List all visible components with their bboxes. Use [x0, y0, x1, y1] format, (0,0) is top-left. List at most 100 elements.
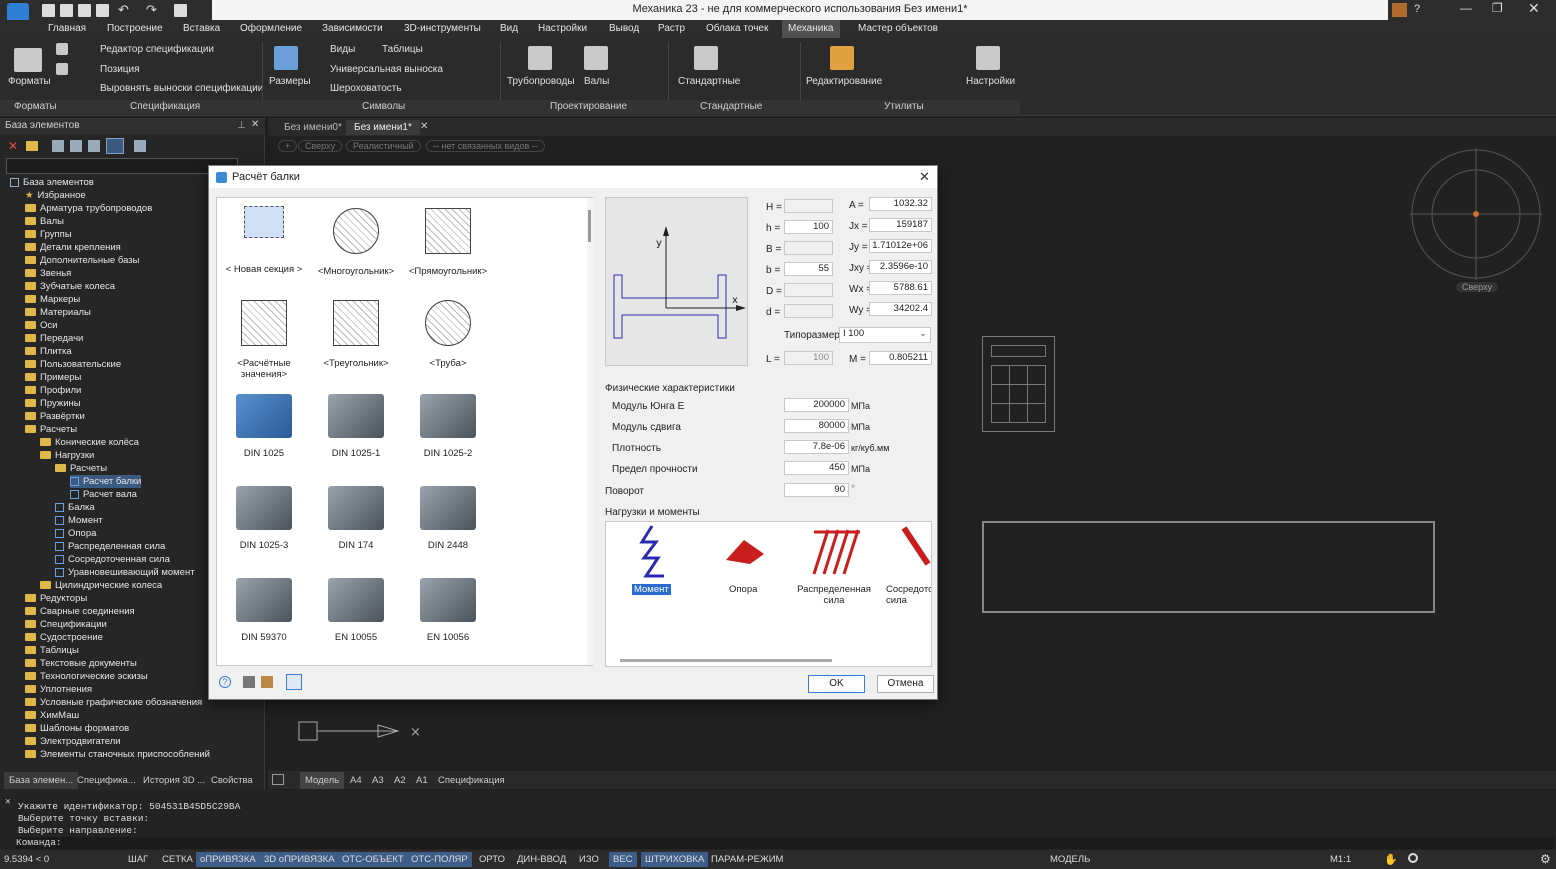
- views-button[interactable]: Виды: [330, 44, 355, 55]
- pipelines-button[interactable]: Трубопроводы: [507, 76, 575, 87]
- tree-item[interactable]: Оси: [25, 319, 57, 332]
- tree-item[interactable]: Расчет вала: [70, 488, 137, 501]
- section-gallery-item[interactable]: DIN 1025-2: [403, 386, 493, 459]
- point-load-icon[interactable]: [898, 524, 932, 574]
- cancel-button[interactable]: Отмена: [877, 675, 934, 693]
- tree-item[interactable]: Примеры: [25, 371, 81, 384]
- menu-insert[interactable]: Вставка: [183, 23, 220, 34]
- help-icon[interactable]: ?: [1414, 3, 1420, 15]
- redo-icon[interactable]: ↷: [146, 2, 157, 18]
- gallery-scrollbar[interactable]: [587, 198, 593, 665]
- doc-tab-0[interactable]: Без имени0*: [276, 120, 350, 135]
- menu-constraints[interactable]: Зависимости: [322, 23, 383, 34]
- pin-icon[interactable]: ⊥: [237, 120, 246, 131]
- tree-item[interactable]: Расчет балки: [70, 475, 142, 488]
- dim-field[interactable]: [784, 304, 833, 318]
- load-label-support[interactable]: Опора: [729, 584, 757, 595]
- roughness-button[interactable]: Шероховатость: [330, 83, 402, 94]
- tree-item[interactable]: Плитка: [25, 345, 72, 358]
- standard-button[interactable]: Стандартные: [678, 76, 740, 87]
- section-gallery-item[interactable]: DIN 174: [311, 478, 401, 551]
- tree-item[interactable]: Технологические эскизы: [25, 670, 148, 683]
- formats-icon[interactable]: [14, 48, 42, 72]
- tree-item[interactable]: Шаблоны форматов: [25, 722, 129, 735]
- panel-close-icon[interactable]: ✕: [251, 119, 259, 130]
- tree-item[interactable]: Звенья: [25, 267, 71, 280]
- tree-item[interactable]: Дополнительные базы: [25, 254, 139, 267]
- loads-scrollbar[interactable]: [620, 659, 832, 662]
- sizes-icon[interactable]: [274, 46, 298, 70]
- tree-item[interactable]: Сварные соединения: [25, 605, 135, 618]
- compass-label[interactable]: Сверху: [1456, 282, 1499, 292]
- tree-item[interactable]: Зубчатые колеса: [25, 280, 115, 293]
- dim-field[interactable]: 100: [784, 220, 833, 234]
- model-indicator[interactable]: МОДЕЛЬ: [1046, 852, 1094, 867]
- tree-item[interactable]: Развёртки: [25, 410, 85, 423]
- cmd-input[interactable]: Команда:: [16, 837, 1554, 849]
- status-toggle[interactable]: 3D оПРИВЯЗКА: [260, 852, 339, 867]
- tree-item[interactable]: Детали крепления: [25, 241, 121, 254]
- tree-item[interactable]: Конические колёса: [40, 436, 139, 449]
- toolbar-icon-4[interactable]: [70, 140, 82, 152]
- status-toggle[interactable]: ШТРИХОВКА: [641, 852, 709, 867]
- align-spec-button[interactable]: Выровнять выноски спецификации: [100, 83, 263, 94]
- viewport-button-realistic[interactable]: Реалистичный: [346, 140, 421, 152]
- print-icon[interactable]: [174, 4, 187, 17]
- menu-object-wizard[interactable]: Мастер объектов: [858, 23, 938, 34]
- tree-item[interactable]: Сосредоточенная сила: [55, 553, 170, 566]
- standard-icon[interactable]: [694, 46, 718, 70]
- dim-field[interactable]: [784, 199, 833, 213]
- tree-item[interactable]: Пружины: [25, 397, 81, 410]
- status-toggle[interactable]: СЕТКА: [158, 852, 197, 867]
- spec-small-icon-2[interactable]: [56, 63, 68, 75]
- tables-button[interactable]: Таблицы: [382, 44, 423, 55]
- delete-icon[interactable]: ✕: [8, 139, 18, 153]
- status-toggle[interactable]: ИЗО: [575, 852, 603, 867]
- status-toggle[interactable]: ОРТО: [475, 852, 509, 867]
- position-button[interactable]: Позиция: [100, 64, 140, 75]
- tree-item[interactable]: Уплотнения: [25, 683, 92, 696]
- tree-item[interactable]: Судостроение: [25, 631, 103, 644]
- new-file-icon[interactable]: [42, 4, 55, 17]
- section-gallery-item[interactable]: <Треугольник>: [311, 294, 401, 369]
- ok-button[interactable]: OK: [808, 675, 865, 693]
- minimize-icon[interactable]: —: [1460, 1, 1472, 15]
- toolbar-icon-7[interactable]: [134, 140, 146, 152]
- search-input[interactable]: [6, 158, 238, 174]
- viewport-button-top[interactable]: Сверху: [298, 140, 343, 152]
- folder-toolbar-icon[interactable]: [26, 141, 38, 151]
- phys-field[interactable]: 7.8e-06: [784, 440, 849, 454]
- tab-history-3d[interactable]: История 3D ...: [138, 772, 210, 789]
- phys-field[interactable]: 80000: [784, 419, 849, 433]
- viewport-button-views[interactable]: -- нет связанных видов --: [426, 140, 545, 152]
- status-toggle[interactable]: оПРИВЯЗКА: [196, 852, 260, 867]
- tree-item[interactable]: База элементов: [10, 176, 94, 189]
- support-load-icon[interactable]: [724, 536, 766, 566]
- zoom-icon[interactable]: [1408, 853, 1418, 863]
- spec-small-icon-1[interactable]: [56, 43, 68, 55]
- sizes-button[interactable]: Размеры: [269, 76, 311, 87]
- tree-item[interactable]: ★ Избранное: [25, 189, 86, 202]
- menu-annotate[interactable]: Оформление: [240, 23, 302, 34]
- shafts-icon[interactable]: [584, 46, 608, 70]
- menu-output[interactable]: Вывод: [609, 23, 639, 34]
- section-gallery-item[interactable]: < Новая секция >: [219, 202, 309, 275]
- layout-tab-model[interactable]: Модель: [300, 772, 345, 789]
- spec-editor-button[interactable]: Редактор спецификации: [100, 44, 214, 55]
- editing-icon[interactable]: [830, 46, 854, 70]
- tree-item[interactable]: Арматура трубопроводов: [25, 202, 152, 215]
- layout-menu-icon[interactable]: [272, 774, 284, 785]
- tree-item[interactable]: ХимМаш: [25, 709, 79, 722]
- tree-item[interactable]: Текстовые документы: [25, 657, 137, 670]
- tree-item[interactable]: Опора: [55, 527, 96, 540]
- pan-icon[interactable]: ✋: [1384, 853, 1398, 866]
- tab-specification[interactable]: Специфика...: [72, 772, 141, 789]
- section-gallery-item[interactable]: <Труба>: [403, 294, 493, 369]
- section-gallery-item[interactable]: DIN 1025-1: [311, 386, 401, 459]
- layout-tab-a3[interactable]: A3: [367, 772, 389, 789]
- navigation-compass[interactable]: [1410, 148, 1542, 280]
- dim-field[interactable]: [784, 283, 833, 297]
- shafts-button[interactable]: Валы: [584, 76, 609, 87]
- tree-item[interactable]: Группы: [25, 228, 72, 241]
- status-toggle[interactable]: ШАГ: [124, 852, 152, 867]
